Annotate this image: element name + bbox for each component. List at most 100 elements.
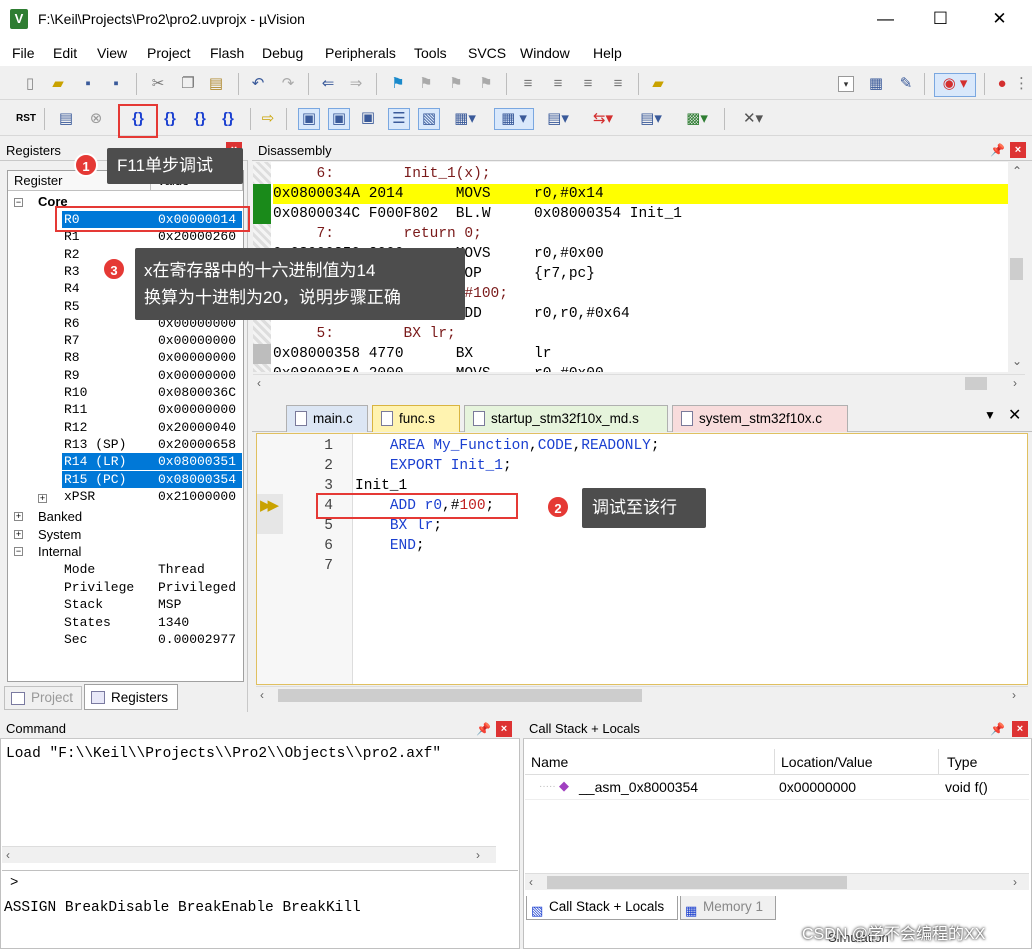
analysis-window-icon[interactable]: ⇆▾ — [586, 109, 620, 129]
navigate-forward-icon[interactable]: ⇒ — [346, 74, 366, 94]
find-dropdown-icon[interactable]: ▾ — [838, 76, 854, 92]
scroll-thumb[interactable] — [278, 689, 642, 702]
bookmark-icon[interactable]: ⚑ — [388, 74, 408, 94]
copy-icon[interactable]: ❐ — [178, 74, 198, 94]
command-hscroll[interactable]: ‹ › — [2, 846, 496, 863]
internal-row[interactable]: States 1340 — [64, 614, 242, 631]
system-expander-icon[interactable]: + — [14, 530, 23, 539]
register-row[interactable]: R9 0x00000000 — [62, 367, 242, 384]
source-line[interactable]: 7: return 0; — [273, 224, 482, 244]
internal-expander-icon[interactable]: − — [14, 547, 23, 556]
minimize-button[interactable]: — — [858, 0, 913, 38]
menu-edit[interactable]: Edit — [53, 45, 77, 61]
redo-icon[interactable]: ↷ — [278, 74, 298, 94]
uncomment-icon[interactable]: ≡ — [608, 74, 628, 94]
scroll-right-icon[interactable]: › — [1013, 875, 1017, 889]
menu-debug[interactable]: Debug — [262, 45, 303, 61]
register-row[interactable]: R7 0x00000000 — [62, 332, 242, 349]
register-value[interactable]: 0x00000000 — [158, 401, 236, 418]
tab-main-c[interactable]: main.c — [286, 405, 368, 432]
close-button[interactable]: ✕ — [972, 0, 1027, 38]
command-close-button[interactable]: × — [496, 721, 512, 737]
disassembly-close-button[interactable]: × — [1010, 142, 1026, 158]
scroll-left-icon[interactable]: ‹ — [6, 848, 10, 862]
tab-memory-1[interactable]: ▦ Memory 1 — [680, 896, 776, 920]
clear-bookmarks-icon[interactable]: ⚑ — [476, 74, 496, 94]
step-over-icon[interactable]: {} — [160, 109, 180, 129]
toolbox-icon[interactable]: ✕▾ — [734, 109, 772, 129]
instruction-line[interactable]: 0x08000358 4770 BX lr — [273, 344, 551, 364]
save-icon[interactable]: ▪ — [78, 74, 98, 94]
core-expander-icon[interactable]: − — [14, 198, 23, 207]
register-value[interactable]: 0x20000040 — [158, 419, 236, 436]
next-bookmark-icon[interactable]: ⚑ — [446, 74, 466, 94]
comment-icon[interactable]: ≡ — [578, 74, 598, 94]
scroll-thumb[interactable] — [547, 876, 847, 889]
tree-node-banked[interactable]: Banked — [38, 508, 82, 525]
code-line[interactable]: BX lr; — [355, 516, 442, 536]
register-value[interactable]: 0x0800036C — [158, 384, 236, 401]
scroll-left-icon[interactable]: ‹ — [257, 376, 261, 390]
tab-func-s[interactable]: func.s — [372, 405, 460, 432]
command-input[interactable]: > — [2, 870, 518, 896]
call-stack-window-icon[interactable]: ▧ — [418, 108, 440, 130]
scroll-thumb[interactable] — [1010, 258, 1023, 280]
column-header-location[interactable]: Location/Value — [775, 749, 939, 775]
callstack-close-button[interactable]: × — [1012, 721, 1028, 737]
callstack-hscroll[interactable]: ‹ › — [525, 873, 1029, 890]
run-icon[interactable]: ▤ — [56, 109, 76, 129]
register-value[interactable]: 0x08000351 — [158, 453, 236, 470]
command-window-icon[interactable]: ▣ — [298, 108, 320, 130]
scroll-right-icon[interactable]: › — [1012, 688, 1016, 702]
menu-svcs[interactable]: SVCS — [468, 45, 506, 61]
maximize-button[interactable]: ☐ — [913, 0, 968, 38]
tab-list-dropdown-icon[interactable]: ▼ — [984, 408, 996, 422]
indent-icon[interactable]: ≡ — [518, 74, 538, 94]
tree-node-system[interactable]: System — [38, 526, 81, 543]
incremental-find-icon[interactable]: ✎ — [896, 74, 916, 94]
stop-icon[interactable]: ⊗ — [86, 109, 106, 129]
xpsr-expander-icon[interactable]: + — [38, 494, 47, 503]
source-editor[interactable]: ▶▶ 1 AREA My_Function,CODE,READONLY; 2 EX… — [256, 433, 1028, 685]
register-value[interactable]: 0x20000658 — [158, 436, 236, 453]
column-header-type[interactable]: Type — [939, 749, 1029, 775]
scroll-down-icon[interactable]: ⌄ — [1012, 354, 1022, 368]
tab-system-stm32f10x-c[interactable]: system_stm32f10x.c — [672, 405, 848, 432]
tab-call-stack-locals[interactable]: ▧ Call Stack + Locals — [526, 896, 678, 920]
debug-session-icon[interactable]: ◉ ▾ — [934, 73, 976, 97]
find-icon[interactable]: ▦ — [866, 74, 886, 94]
code-line[interactable]: END; — [355, 536, 425, 556]
register-row[interactable]: R8 0x00000000 — [62, 349, 242, 366]
code-line[interactable]: AREA My_Function,CODE,READONLY; — [355, 436, 660, 456]
save-all-icon[interactable]: ▪ — [106, 74, 126, 94]
internal-row[interactable]: Privilege Privileged — [64, 579, 242, 596]
pin-icon[interactable]: 📌 — [990, 143, 1005, 157]
instruction-line[interactable]: 0x0800034A 2014 MOVS r0,#0x14 — [273, 184, 1008, 204]
scroll-left-icon[interactable]: ‹ — [260, 688, 264, 702]
pin-icon[interactable]: 📌 — [476, 722, 491, 736]
disassembly-hscroll[interactable]: ‹ › — [253, 374, 1025, 391]
trace-window-icon[interactable]: ▤▾ — [634, 109, 668, 129]
register-row[interactable]: R13 (SP) 0x20000658 — [62, 436, 242, 453]
source-line[interactable]: 5: BX lr; — [273, 324, 456, 344]
code-line[interactable]: EXPORT Init_1; — [355, 456, 512, 476]
register-value[interactable]: 0x08000354 — [158, 471, 236, 488]
menu-flash[interactable]: Flash — [210, 45, 244, 61]
register-value[interactable]: 0x00000000 — [158, 349, 236, 366]
serial-window-icon[interactable]: ▤▾ — [542, 109, 574, 129]
scroll-left-icon[interactable]: ‹ — [529, 875, 533, 889]
scroll-right-icon[interactable]: › — [1013, 376, 1017, 390]
register-row[interactable]: xPSR 0x21000000 — [62, 488, 242, 505]
open-folder-icon[interactable]: ▰ — [48, 74, 68, 94]
internal-row[interactable]: Stack MSP — [64, 596, 242, 613]
editor-hscroll[interactable]: ‹ › — [256, 686, 1028, 703]
reset-icon[interactable]: RST — [16, 109, 36, 129]
disassembly-window-icon[interactable]: ▣ — [328, 108, 350, 130]
step-out-icon[interactable]: {} — [190, 109, 210, 129]
register-value[interactable]: 0x00000000 — [158, 332, 236, 349]
tab-project[interactable]: Project — [4, 686, 82, 710]
tree-node-internal[interactable]: Internal — [38, 543, 81, 560]
system-viewer-icon[interactable]: ▩▾ — [680, 109, 714, 129]
show-next-statement-icon[interactable]: ⇨ — [258, 109, 278, 129]
registers-window-icon[interactable]: ☰ — [388, 108, 410, 130]
